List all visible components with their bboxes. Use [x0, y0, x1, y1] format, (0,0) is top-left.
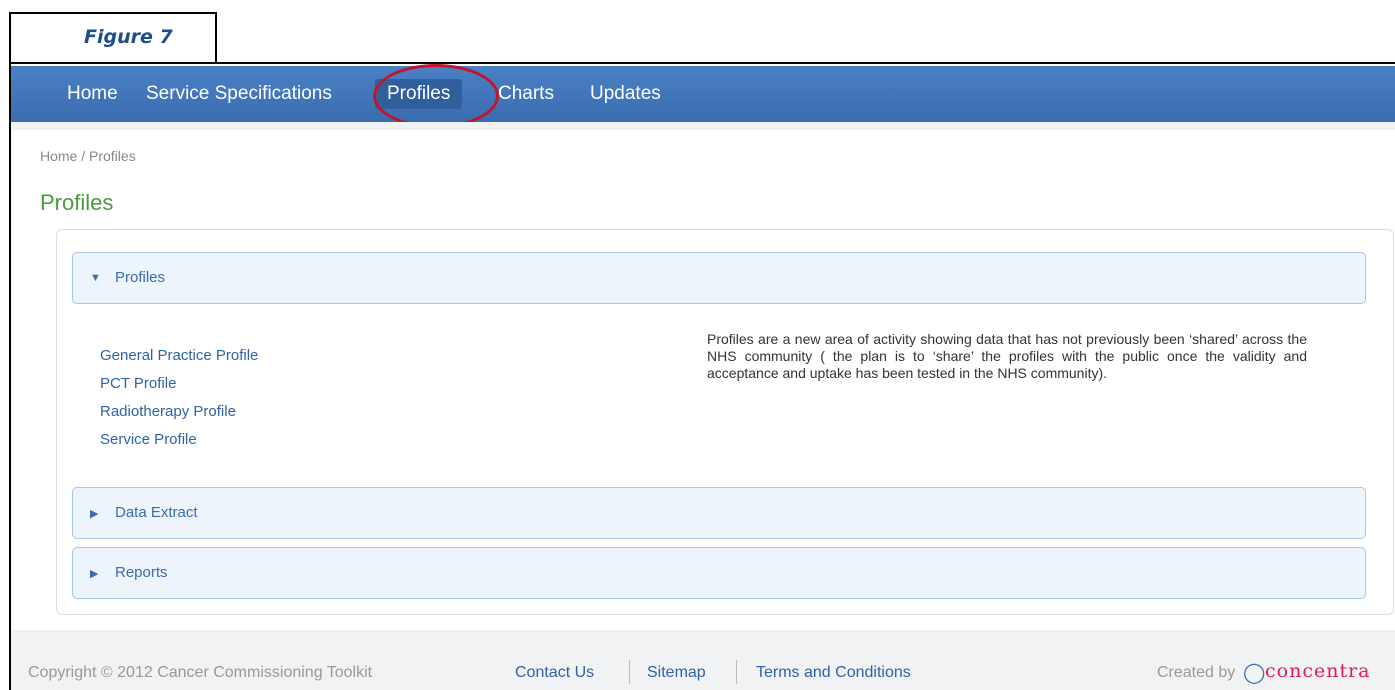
- accordion-profiles-header[interactable]: ▼ Profiles: [72, 252, 1366, 304]
- footer-contact-us[interactable]: Contact Us: [515, 664, 594, 682]
- browser-frame: Home Service Specifications Profiles Cha…: [9, 62, 1395, 690]
- figure-label: Figure 7: [84, 26, 173, 48]
- top-navbar: Home Service Specifications Profiles Cha…: [11, 66, 1395, 123]
- link-general-practice-profile[interactable]: General Practice Profile: [100, 342, 258, 370]
- nav-service-specifications[interactable]: Service Specifications: [134, 79, 344, 109]
- page-title: Profiles: [40, 190, 114, 215]
- concentra-logo-text[interactable]: concentra: [1265, 660, 1370, 682]
- nav-profiles[interactable]: Profiles: [375, 79, 463, 109]
- profile-links: General Practice Profile PCT Profile Rad…: [100, 342, 258, 454]
- footer-separator: [629, 660, 630, 684]
- caret-right-icon: ▶: [90, 568, 99, 580]
- footer-terms-and-conditions[interactable]: Terms and Conditions: [756, 664, 911, 682]
- caret-down-icon: ▼: [90, 272, 101, 284]
- profiles-description: Profiles are a new area of activity show…: [707, 331, 1307, 381]
- concentra-logo-icon: ◯: [1243, 662, 1266, 684]
- nav-subbar: [11, 122, 1395, 130]
- accordion-profiles-label: Profiles: [115, 269, 166, 286]
- accordion-data-extract-header[interactable]: ▶ Data Extract: [72, 487, 1366, 539]
- figure-label-box: Figure 7: [9, 12, 217, 62]
- nav-updates[interactable]: Updates: [578, 79, 673, 109]
- link-radiotherapy-profile[interactable]: Radiotherapy Profile: [100, 398, 258, 426]
- accordion-reports-label: Reports: [115, 564, 168, 581]
- nav-home[interactable]: Home: [55, 79, 130, 109]
- nav-charts[interactable]: Charts: [486, 79, 566, 109]
- link-pct-profile[interactable]: PCT Profile: [100, 370, 258, 398]
- accordion-data-extract-label: Data Extract: [115, 504, 198, 521]
- footer-separator: [736, 660, 737, 684]
- footer: Copyright © 2012 Cancer Commissioning To…: [11, 630, 1395, 690]
- caret-right-icon: ▶: [90, 508, 99, 520]
- footer-created-by: Created by: [1157, 664, 1236, 681]
- accordion-reports-header[interactable]: ▶ Reports: [72, 547, 1366, 599]
- profiles-panel: ▼ Profiles General Practice Profile PCT …: [56, 229, 1394, 615]
- footer-copyright: Copyright © 2012 Cancer Commissioning To…: [28, 664, 373, 681]
- breadcrumb: Home / Profiles: [40, 148, 136, 164]
- link-service-profile[interactable]: Service Profile: [100, 426, 258, 454]
- footer-sitemap[interactable]: Sitemap: [647, 664, 706, 682]
